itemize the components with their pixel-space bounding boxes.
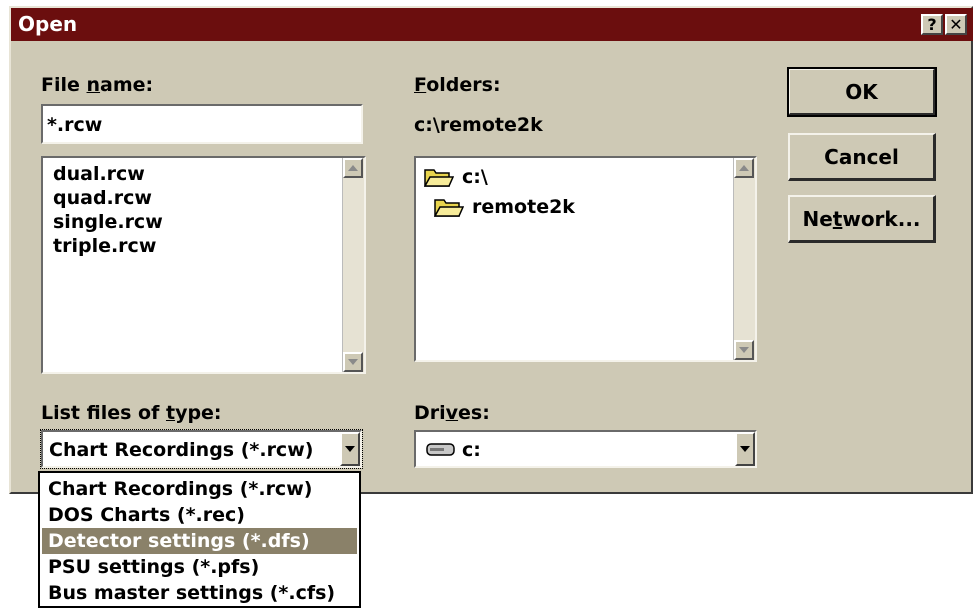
scroll-up-icon <box>739 165 749 171</box>
folder-label: c:\ <box>462 166 488 188</box>
ok-button[interactable]: OK <box>787 67 937 117</box>
hard-drive-icon <box>426 443 455 456</box>
file-list-item[interactable]: triple.rcw <box>53 234 156 258</box>
open-folder-icon <box>434 199 464 217</box>
chevron-down-icon <box>345 446 355 452</box>
window-title: Open <box>18 12 78 36</box>
drives-label: Drives: <box>414 402 490 424</box>
file-type-selected: Chart Recordings (*.rcw) <box>49 439 314 461</box>
close-button[interactable]: ✕ <box>945 14 967 35</box>
folder-item-root[interactable]: c:\ <box>424 166 488 188</box>
folder-label: remote2k <box>472 196 575 218</box>
scroll-up-button[interactable] <box>734 158 754 178</box>
chevron-down-icon <box>740 446 750 452</box>
file-list-item[interactable]: dual.rcw <box>53 162 145 186</box>
folder-item-remote2k[interactable]: remote2k <box>434 196 575 218</box>
file-type-dropdown-list[interactable]: Chart Recordings (*.rcw) DOS Charts (*.r… <box>38 471 361 608</box>
folders-label: Folders: <box>414 74 501 96</box>
file-list-item[interactable]: quad.rcw <box>53 186 152 210</box>
scroll-down-button[interactable] <box>343 352 363 372</box>
title-bar[interactable]: Open ? ✕ <box>11 8 973 41</box>
scroll-down-button[interactable] <box>734 340 754 360</box>
file-list-scrollbar[interactable] <box>342 158 364 372</box>
open-folder-icon <box>424 169 454 187</box>
folder-tree[interactable]: c:\ remote2k <box>414 156 757 362</box>
file-list[interactable]: dual.rcw quad.rcw single.rcw triple.rcw <box>41 156 366 374</box>
network-button[interactable]: Ne t work... <box>788 195 936 243</box>
scroll-up-button[interactable] <box>343 158 363 178</box>
file-type-dropdown-button[interactable] <box>340 432 360 466</box>
file-type-option[interactable]: Chart Recordings (*.rcw) <box>42 476 357 502</box>
drives-combo[interactable]: c: <box>414 430 757 468</box>
drives-dropdown-button[interactable] <box>735 432 755 466</box>
file-type-combo[interactable]: Chart Recordings (*.rcw) <box>40 429 363 469</box>
file-type-option-highlighted[interactable]: Detector settings (*.dfs) <box>42 528 357 554</box>
scroll-down-icon <box>348 359 358 365</box>
file-name-label: File name: <box>41 74 154 96</box>
file-type-option[interactable]: DOS Charts (*.rec) <box>42 502 357 528</box>
file-name-value: *.rcw <box>47 114 103 136</box>
open-dialog: Open ? ✕ File name: *.rcw dual.rcw quad.… <box>9 6 973 494</box>
help-button[interactable]: ? <box>921 14 943 35</box>
current-path: c:\remote2k <box>414 114 543 136</box>
scroll-up-icon <box>348 165 358 171</box>
scroll-down-icon <box>739 347 749 353</box>
file-type-option[interactable]: PSU settings (*.pfs) <box>42 554 357 580</box>
file-name-input[interactable]: *.rcw <box>41 104 363 144</box>
file-type-label: List files of type: <box>41 402 222 424</box>
file-list-item[interactable]: single.rcw <box>53 210 163 234</box>
cancel-button[interactable]: Cancel <box>788 133 936 181</box>
file-type-option[interactable]: Bus master settings (*.cfs) <box>42 580 357 606</box>
drives-selected: c: <box>462 439 481 461</box>
folder-tree-scrollbar[interactable] <box>733 158 755 360</box>
